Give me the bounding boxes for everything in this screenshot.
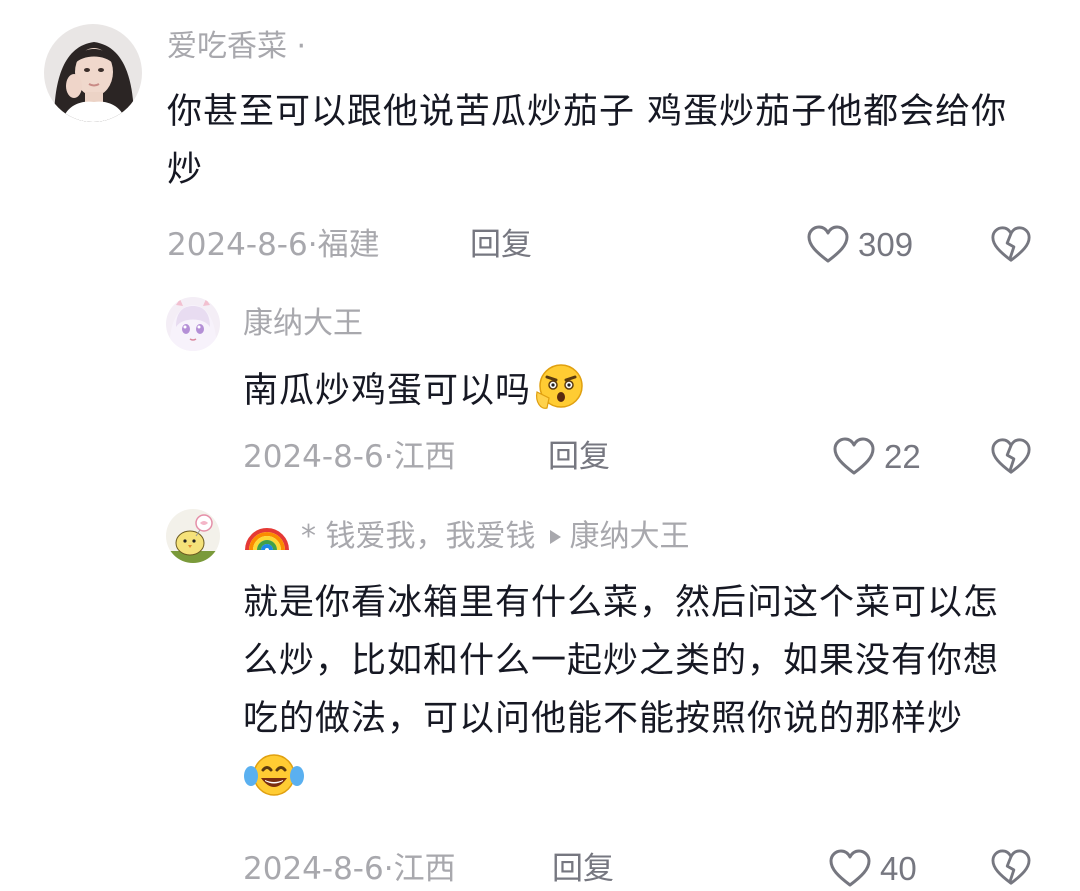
like-count: 22 (884, 438, 921, 475)
reply-text-body: 南瓜炒鸡蛋可以吗 (243, 371, 532, 411)
play-arrow-icon (548, 516, 562, 556)
dislike-button[interactable] (990, 225, 1032, 269)
broken-heart-icon (991, 849, 1031, 885)
reply-text-body: 就是你看冰箱里有什么菜，然后问这个菜可以怎么炒，比如和什么一起炒之类的，如果没有… (243, 583, 1000, 739)
like-button[interactable]: 309 (806, 223, 913, 267)
reply-username[interactable]: 康纳大王 (243, 304, 363, 344)
heart-icon (829, 849, 871, 887)
reply-button[interactable]: 回复 (548, 435, 610, 479)
rainbow-emoji (243, 518, 291, 563)
reply-location: 江西 (393, 851, 456, 887)
like-count: 40 (880, 850, 917, 887)
reply-to-username[interactable]: 康纳大王 (570, 519, 690, 554)
reply-date: 2024-8-6· (243, 439, 394, 475)
reply-location: 江西 (393, 439, 456, 475)
dislike-button[interactable] (990, 437, 1032, 481)
reply-text: 就是你看冰箱里有什么菜，然后问这个菜可以怎么炒，比如和什么一起炒之类的，如果没有… (243, 574, 1023, 816)
comment-location: 福建 (317, 227, 380, 263)
heart-icon (807, 225, 849, 263)
anime-girl-avatar[interactable] (166, 297, 220, 351)
reply-button[interactable]: 回复 (552, 847, 614, 891)
woman-photo-avatar[interactable] (44, 24, 142, 122)
like-button[interactable]: 22 (832, 435, 921, 479)
cartoon-chick-avatar[interactable] (166, 509, 220, 563)
reply-text: 南瓜炒鸡蛋可以吗 (243, 362, 1023, 430)
comment-date: 2024-8-6· (167, 227, 318, 263)
broken-heart-icon (991, 226, 1031, 262)
reply-date: 2024-8-6· (243, 851, 394, 887)
like-count: 309 (858, 226, 914, 263)
shocked-face-emoji (531, 362, 587, 430)
reply-meta: 2024-8-6·江西 (243, 847, 456, 891)
comment-meta: 2024-8-6·福建 (167, 223, 380, 267)
reply-username-line: * 钱爱我，我爱钱 康纳大王 (243, 516, 690, 563)
broken-heart-icon (991, 438, 1031, 474)
like-button[interactable]: 40 (828, 847, 917, 891)
laughing-tears-emoji (243, 752, 305, 816)
reply-meta: 2024-8-6·江西 (243, 435, 456, 479)
reply-username[interactable]: * 钱爱我，我爱钱 (301, 519, 536, 554)
heart-icon (833, 437, 875, 475)
reply-button[interactable]: 回复 (470, 223, 532, 267)
comment-text: 你甚至可以跟他说苦瓜炒茄子 鸡蛋炒茄子他都会给你炒 (167, 92, 1008, 190)
dislike-button[interactable] (990, 849, 1032, 891)
comment-username[interactable]: 爱吃香菜 · (167, 27, 306, 67)
